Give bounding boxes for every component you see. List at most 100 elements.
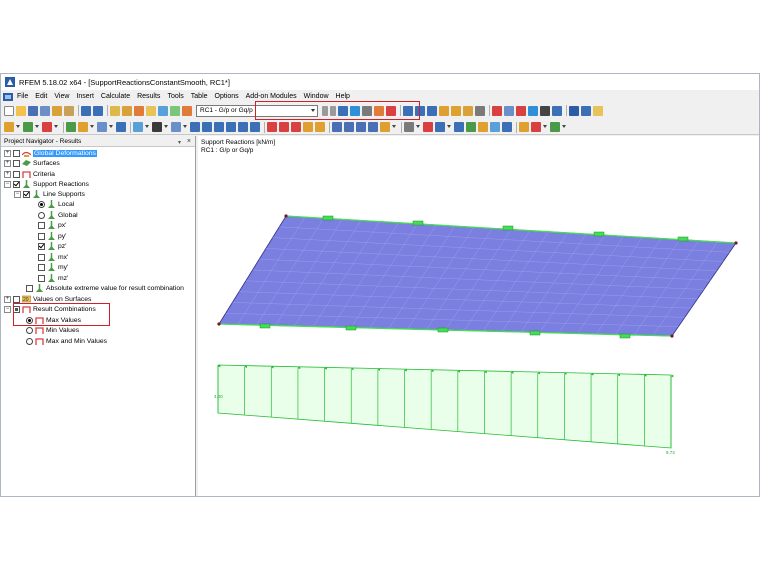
mz-checkbox[interactable] bbox=[38, 274, 45, 282]
snap-icon[interactable] bbox=[97, 122, 107, 132]
tree-item-result-combinations[interactable]: − Result Combinations bbox=[4, 304, 96, 314]
collapse-icon[interactable]: − bbox=[14, 190, 21, 198]
filter-icon[interactable] bbox=[380, 122, 390, 132]
document-menu-icon[interactable] bbox=[3, 92, 13, 101]
menu-window[interactable]: Window bbox=[304, 93, 329, 100]
criteria-checkbox[interactable] bbox=[13, 170, 20, 178]
tree-item-max-values[interactable]: Max Values bbox=[26, 315, 81, 325]
menu-options[interactable]: Options bbox=[215, 93, 239, 100]
model-icon[interactable] bbox=[133, 122, 143, 132]
surface-icon[interactable] bbox=[435, 122, 445, 132]
global-deformations-checkbox[interactable] bbox=[13, 149, 20, 157]
zoom-all-icon[interactable] bbox=[463, 105, 473, 116]
new-load-icon[interactable] bbox=[78, 122, 88, 132]
copy-icon[interactable] bbox=[171, 122, 181, 132]
values-on-surfaces-checkbox[interactable] bbox=[13, 295, 20, 303]
pin-icon[interactable]: ▾ bbox=[178, 138, 181, 149]
next-case-icon[interactable] bbox=[330, 105, 336, 116]
help-icon[interactable] bbox=[593, 105, 603, 116]
tree-item-absolute-extreme[interactable]: Absolute extreme value for result combin… bbox=[26, 283, 184, 293]
tree-item-local[interactable]: Local bbox=[38, 199, 74, 209]
tree-item-px[interactable]: px' bbox=[38, 220, 66, 230]
menu-file[interactable]: File bbox=[17, 93, 28, 100]
menu-table[interactable]: Table bbox=[191, 93, 208, 100]
transparent-icon[interactable] bbox=[356, 122, 366, 132]
comment-icon[interactable] bbox=[531, 122, 541, 132]
pz-checkbox[interactable] bbox=[38, 242, 45, 250]
menu-view[interactable]: View bbox=[54, 93, 69, 100]
expand-icon[interactable]: + bbox=[4, 170, 11, 178]
delete-icon[interactable] bbox=[516, 105, 526, 116]
view-z-icon[interactable] bbox=[427, 105, 437, 116]
deformation-icon[interactable] bbox=[338, 105, 348, 116]
table-icon[interactable] bbox=[158, 105, 168, 116]
move-icon[interactable] bbox=[190, 122, 200, 132]
tree-item-pz[interactable]: pz' bbox=[38, 241, 66, 251]
results-icon[interactable] bbox=[146, 105, 156, 116]
display-options-icon[interactable] bbox=[404, 122, 414, 132]
solid-body-icon[interactable] bbox=[454, 122, 464, 132]
zoom-icon[interactable] bbox=[451, 105, 461, 116]
collapse-icon[interactable]: − bbox=[4, 180, 11, 188]
pan-icon[interactable] bbox=[303, 122, 313, 132]
result-combinations-checkbox[interactable] bbox=[13, 305, 20, 313]
isometric-view-icon[interactable] bbox=[439, 105, 449, 116]
rotate-icon[interactable] bbox=[202, 122, 212, 132]
print-graphic-icon[interactable] bbox=[64, 105, 74, 116]
line-supports-checkbox[interactable] bbox=[23, 190, 30, 198]
expand-icon[interactable]: + bbox=[4, 159, 11, 167]
max-values-radio[interactable] bbox=[26, 316, 33, 324]
load-case-dropdown[interactable]: RC1 - G/p or Gq/p bbox=[196, 104, 318, 117]
line-icon[interactable] bbox=[423, 122, 433, 132]
menu-add-on-modules[interactable]: Add-on Modules bbox=[246, 93, 297, 100]
save-all-icon[interactable] bbox=[40, 105, 50, 116]
layers-icon[interactable] bbox=[502, 122, 512, 132]
animation-icon[interactable] bbox=[182, 105, 192, 116]
menu-tools[interactable]: Tools bbox=[167, 93, 183, 100]
tree-item-line-supports[interactable]: − Line Supports bbox=[14, 189, 85, 199]
tree-item-mz[interactable]: mz' bbox=[38, 273, 68, 283]
guide-icon[interactable] bbox=[550, 122, 560, 132]
tree-item-mx[interactable]: mx' bbox=[38, 252, 68, 262]
scale-icon[interactable] bbox=[226, 122, 236, 132]
tree-item-min-values[interactable]: Min Values bbox=[26, 325, 79, 335]
find-icon[interactable] bbox=[122, 105, 132, 116]
info-icon[interactable] bbox=[552, 105, 562, 116]
my-checkbox[interactable] bbox=[38, 263, 45, 271]
menu-help[interactable]: Help bbox=[336, 93, 350, 100]
zoom-in-icon[interactable] bbox=[267, 122, 277, 132]
solid-icon[interactable] bbox=[344, 122, 354, 132]
print-icon[interactable] bbox=[52, 105, 62, 116]
tree-item-my[interactable]: my' bbox=[38, 262, 68, 272]
dlubal-icon[interactable] bbox=[569, 105, 579, 116]
divide-icon[interactable] bbox=[238, 122, 248, 132]
expand-icon[interactable]: + bbox=[4, 295, 11, 303]
result-values-icon[interactable] bbox=[362, 105, 372, 116]
show-results-icon[interactable] bbox=[170, 105, 180, 116]
close-icon[interactable]: × bbox=[187, 136, 191, 147]
opening-icon[interactable] bbox=[466, 122, 476, 132]
graphics-viewport[interactable]: Support Reactions [kN/m] RC1 : G/p or Gq… bbox=[198, 136, 759, 496]
menu-edit[interactable]: Edit bbox=[35, 93, 47, 100]
mesh-icon[interactable] bbox=[478, 122, 488, 132]
calculate-icon[interactable] bbox=[134, 105, 144, 116]
select-icon[interactable] bbox=[492, 105, 502, 116]
support-reactions-checkbox[interactable] bbox=[13, 180, 20, 188]
result-range-icon[interactable] bbox=[386, 105, 396, 116]
dimension-icon[interactable] bbox=[519, 122, 529, 132]
wireframe-icon[interactable] bbox=[332, 122, 342, 132]
tree-item-max-min-values[interactable]: Max and Min Values bbox=[26, 336, 107, 346]
tree-item-global[interactable]: Global bbox=[38, 210, 78, 220]
absolute-extreme-checkbox[interactable] bbox=[26, 284, 33, 292]
result-filter-icon[interactable] bbox=[374, 105, 384, 116]
view-x-icon[interactable] bbox=[403, 105, 413, 116]
display-values-icon[interactable] bbox=[350, 105, 360, 116]
grid-icon[interactable] bbox=[116, 122, 126, 132]
undo-icon[interactable] bbox=[81, 105, 91, 116]
px-checkbox[interactable] bbox=[38, 221, 45, 229]
select-tool-icon[interactable] bbox=[4, 122, 14, 132]
min-values-radio[interactable] bbox=[26, 326, 33, 334]
visibility-icon[interactable] bbox=[504, 105, 514, 116]
zoom-window-icon[interactable] bbox=[291, 122, 301, 132]
global-radio[interactable] bbox=[38, 211, 45, 219]
